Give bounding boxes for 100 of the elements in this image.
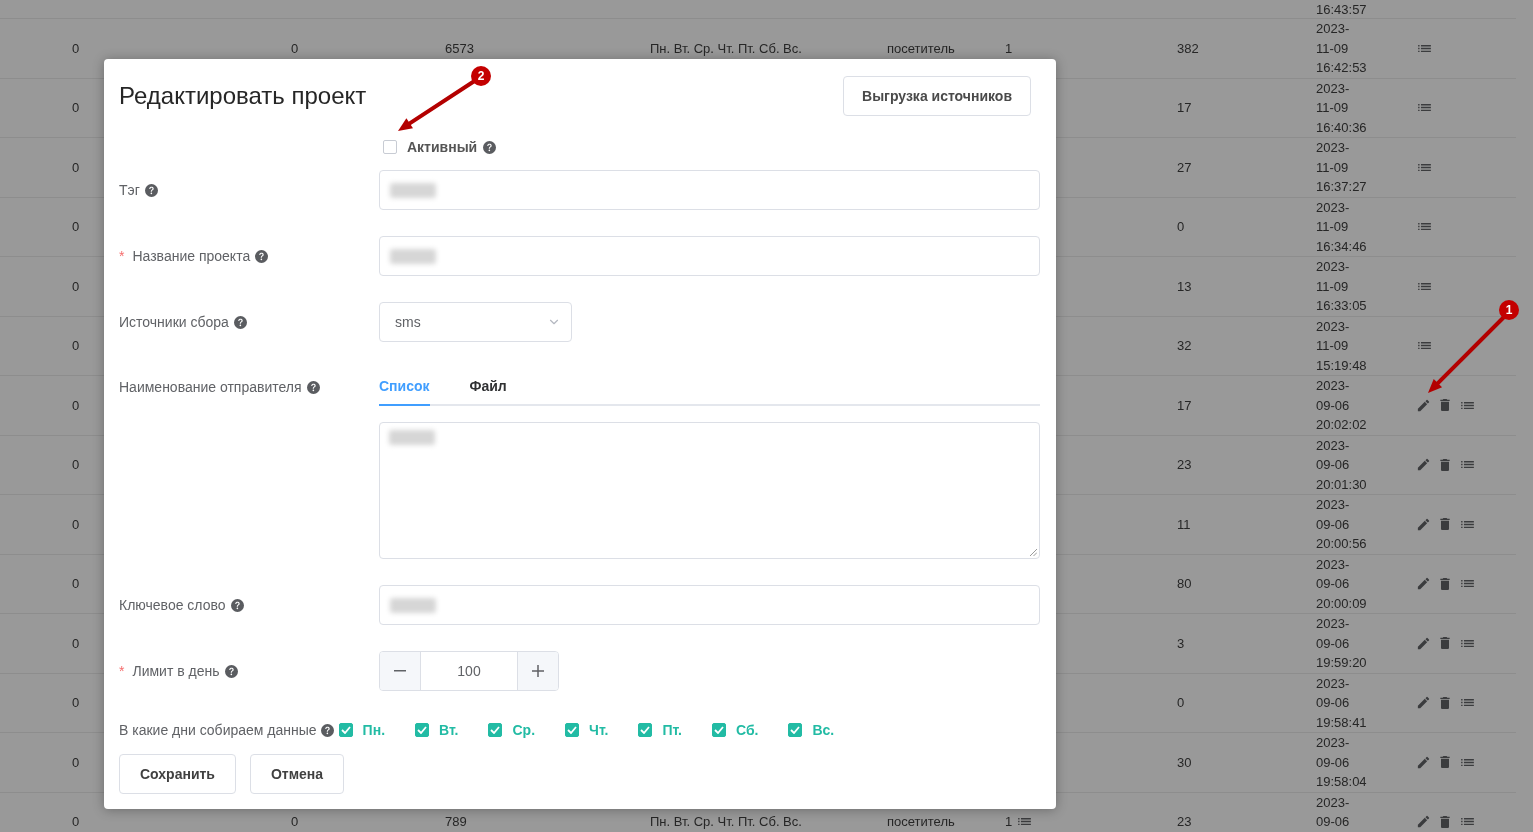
trash-icon[interactable] <box>1437 754 1453 771</box>
table-cell-text: 2023-11-09 16:34:46 <box>1316 198 1367 256</box>
table-cell-text: 2023-11-09 16:37:27 <box>1316 139 1367 196</box>
export-sources-button[interactable]: Выгрузка источников <box>843 76 1031 116</box>
table-cell-text: 0 <box>72 575 80 593</box>
help-icon[interactable] <box>230 598 244 612</box>
checkbox-label[interactable]: Активный <box>407 136 478 158</box>
pencil-icon[interactable] <box>1416 814 1431 830</box>
check-icon <box>567 726 578 734</box>
table-cell-text: 0 <box>72 218 80 236</box>
table-cell-text: 0 <box>72 277 80 296</box>
minus-icon <box>394 670 406 672</box>
pencil-icon[interactable] <box>1416 754 1431 770</box>
table-cell-text: 6573 <box>445 39 474 58</box>
check-icon <box>340 726 351 734</box>
table-cell-text: 2023-11-09 16:42:53 <box>1316 20 1367 77</box>
table-cell-text: 0 <box>72 99 80 117</box>
table-cell-text: 0 <box>1177 218 1185 236</box>
help-icon[interactable] <box>306 380 320 394</box>
number-input-field[interactable]: 100 <box>421 652 517 690</box>
number-stepper[interactable]: 100 <box>379 651 559 691</box>
table-cell-text: 2023-09-06 <box>1316 793 1350 831</box>
check-icon <box>417 726 428 734</box>
pencil-icon[interactable] <box>1416 695 1431 711</box>
checkbox[interactable] <box>383 140 397 154</box>
table-cell-text: 16:43:57 <box>1316 1 1367 19</box>
checkbox[interactable] <box>488 723 503 737</box>
textarea-field[interactable] <box>379 422 1040 559</box>
pencil-icon[interactable] <box>1416 576 1431 592</box>
table-cell-text: 0 <box>291 813 299 831</box>
text-input-field[interactable] <box>379 585 1040 625</box>
increment-button[interactable] <box>517 652 558 690</box>
table-cell-text: 27 <box>1177 158 1192 177</box>
trash-icon[interactable] <box>1437 456 1453 473</box>
table-cell-text: 1 <box>1005 813 1013 831</box>
table-cell-text: 2023-11-09 16:40:36 <box>1316 79 1367 137</box>
help-icon[interactable] <box>320 723 334 737</box>
trash-icon[interactable] <box>1437 694 1453 711</box>
table-cell-text: 2023-09-06 20:00:09 <box>1316 555 1367 613</box>
table-cell-text: 13 <box>1177 277 1192 296</box>
checkbox[interactable] <box>415 723 430 737</box>
help-icon[interactable] <box>483 140 497 154</box>
table-cell-text: Пн. Вт. Ср. Чт. Пт. Сб. Вс. <box>650 39 802 58</box>
table-cell-text: 0 <box>72 515 80 534</box>
checkbox[interactable] <box>712 723 726 737</box>
table-cell-text: 0 <box>72 39 80 58</box>
pencil-icon[interactable] <box>1416 635 1431 651</box>
table-cell-text: 0 <box>72 456 80 474</box>
table-cell-text: 0 <box>1177 694 1185 712</box>
check-icon <box>714 726 724 734</box>
table-cell-text: 0 <box>72 813 80 831</box>
table-cell-text: 0 <box>291 39 299 58</box>
select-field[interactable]: sms <box>379 302 572 342</box>
table-cell-text: 11 <box>1177 515 1191 534</box>
field-label: Лимит в день <box>132 661 220 681</box>
trash-icon[interactable] <box>1437 575 1453 592</box>
pencil-icon[interactable] <box>1416 397 1431 413</box>
required-mark: * <box>119 246 125 266</box>
check-icon <box>640 726 651 734</box>
field-label: Тэг <box>119 180 140 200</box>
dialog-title: Редактировать проект <box>119 81 367 111</box>
help-icon[interactable] <box>255 249 269 263</box>
table-cell-text: посетитель <box>887 813 955 831</box>
table-cell-text: 0 <box>72 753 80 772</box>
field-label: Наименование отправителя <box>119 377 302 397</box>
table-cell-text: 23 <box>1177 813 1192 831</box>
help-icon[interactable] <box>233 315 247 329</box>
cancel-button[interactable]: Отмена <box>249 754 345 794</box>
callout-badge: 2 <box>471 66 491 86</box>
tab[interactable]: Файл <box>469 368 507 406</box>
table-cell-text: 0 <box>72 634 80 653</box>
resize-handle-icon <box>1029 548 1037 556</box>
table-cell-text: Пн. Вт. Ср. Чт. Пт. Сб. Вс. <box>650 813 802 831</box>
check-icon <box>790 726 801 734</box>
checkbox[interactable] <box>788 723 803 737</box>
trash-icon[interactable] <box>1437 397 1453 414</box>
table-cell-text: 2023-09-06 19:58:41 <box>1316 674 1367 732</box>
pencil-icon[interactable] <box>1416 457 1431 473</box>
table-cell-text: 80 <box>1177 575 1192 593</box>
save-button[interactable]: Сохранить <box>119 754 236 794</box>
table-cell-text: 0 <box>72 158 80 177</box>
checkbox[interactable] <box>638 723 653 737</box>
table-cell-text: 2023-09-06 20:00:56 <box>1316 496 1367 553</box>
help-icon[interactable] <box>224 664 238 678</box>
field-label: Название проекта <box>132 246 251 266</box>
table-cell-text: 2023-11-09 15:19:48 <box>1316 317 1367 375</box>
trash-icon[interactable] <box>1437 516 1453 533</box>
text-input-field[interactable] <box>379 236 1040 276</box>
table-cell-text: 2023-11-09 16:33:05 <box>1316 258 1367 315</box>
checkbox[interactable] <box>338 723 353 737</box>
trash-icon[interactable] <box>1437 813 1453 830</box>
checkbox[interactable] <box>565 723 580 737</box>
table-cell-text: 30 <box>1177 753 1192 772</box>
help-icon[interactable] <box>144 183 158 197</box>
callout-badge: 1 <box>1499 300 1519 320</box>
pencil-icon[interactable] <box>1416 516 1431 532</box>
table-cell-text: 2023-09-06 20:02:02 <box>1316 377 1367 434</box>
field-label: Источники сбора <box>119 312 229 332</box>
trash-icon[interactable] <box>1437 635 1453 652</box>
text-input-field[interactable] <box>379 170 1040 210</box>
